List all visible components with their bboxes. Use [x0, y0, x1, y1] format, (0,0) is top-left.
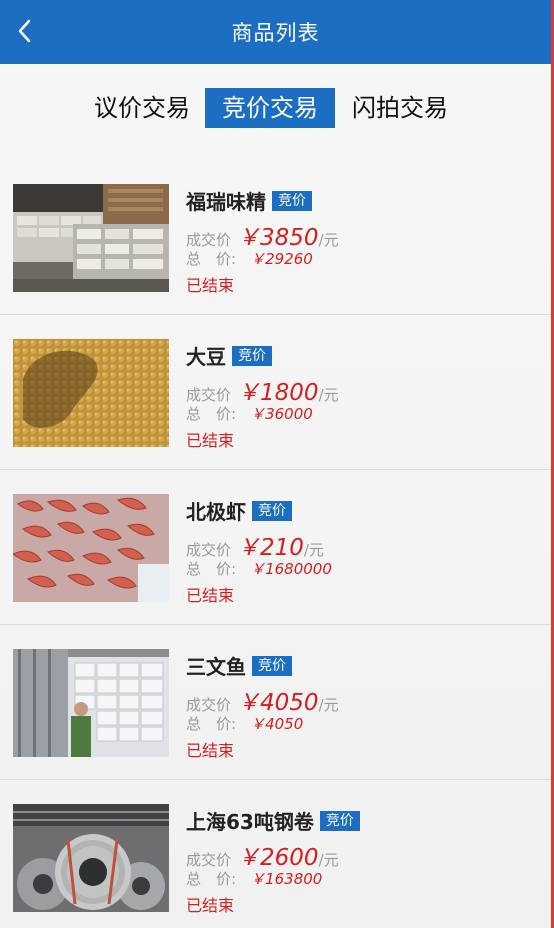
- total-price-row: 总 价: ￥4050: [186, 713, 303, 734]
- product-name: 北极虾: [186, 500, 246, 524]
- list-item[interactable]: 大豆 竞价 成交价 ￥1800/元 总 价: ￥36000 已结束: [0, 315, 551, 470]
- product-thumbnail: [13, 339, 169, 447]
- product-name: 上海63吨钢卷: [186, 810, 314, 834]
- product-name: 大豆: [186, 345, 226, 369]
- tab-flash-auction[interactable]: 闪拍交易: [350, 88, 450, 128]
- bidding-badge: 竞价: [252, 655, 292, 676]
- top-bar: 商品列表: [0, 0, 551, 64]
- status-text: 已结束: [186, 741, 235, 760]
- bidding-badge: 竞价: [272, 190, 312, 211]
- tab-bidding-trade[interactable]: 竞价交易: [205, 88, 335, 128]
- bidding-badge: 竞价: [252, 500, 292, 521]
- product-list-page: 商品列表 议价交易 竞价交易 闪拍交易 福瑞味精 竞价 成交价 ￥3850/元 …: [0, 0, 551, 928]
- product-list: 福瑞味精 竞价 成交价 ￥3850/元 总 价: ￥29260 已结束 大豆 竞…: [0, 160, 551, 928]
- product-name-row: 北极虾 竞价: [186, 496, 292, 524]
- price-unit: /元: [318, 231, 339, 249]
- deal-price-row: 成交价 ￥3850/元: [186, 218, 339, 252]
- deal-price-label: 成交价: [186, 851, 232, 869]
- product-thumbnail: [13, 184, 169, 292]
- total-price: ￥29260: [250, 250, 313, 268]
- total-price-row: 总 价: ￥1680000: [186, 558, 332, 579]
- list-item[interactable]: 三文鱼 竞价 成交价 ￥4050/元 总 价: ￥4050 已结束: [0, 625, 551, 780]
- status-text: 已结束: [186, 586, 235, 605]
- list-item[interactable]: 福瑞味精 竞价 成交价 ￥3850/元 总 价: ￥29260 已结束: [0, 160, 551, 315]
- deal-price-label: 成交价: [186, 231, 232, 249]
- total-price-label: 总 价:: [186, 405, 237, 423]
- bidding-badge: 竞价: [232, 345, 272, 366]
- product-thumbnail: [13, 649, 169, 757]
- list-item[interactable]: 上海63吨钢卷 竞价 成交价 ￥2600/元 总 价: ￥163800 已结束: [0, 780, 551, 928]
- deal-price-label: 成交价: [186, 541, 232, 559]
- product-name-row: 上海63吨钢卷 竞价: [186, 806, 360, 834]
- deal-price-label: 成交价: [186, 386, 232, 404]
- product-thumbnail: [13, 804, 169, 912]
- page-title: 商品列表: [231, 21, 320, 45]
- price-unit: /元: [318, 851, 339, 869]
- bidding-badge: 竞价: [319, 810, 360, 831]
- deal-price-row: 成交价 ￥2600/元: [186, 838, 339, 872]
- product-name-row: 大豆 竞价: [186, 341, 272, 369]
- status-text: 已结束: [186, 431, 235, 450]
- total-price-label: 总 价:: [186, 560, 237, 578]
- total-price-row: 总 价: ￥29260: [186, 248, 313, 269]
- list-item[interactable]: 北极虾 竞价 成交价 ￥210/元 总 价: ￥1680000 已结束: [0, 470, 551, 625]
- price-unit: /元: [318, 696, 339, 714]
- product-name-row: 三文鱼 竞价: [186, 651, 292, 679]
- product-thumbnail: [13, 494, 169, 602]
- trade-type-tabs: 议价交易 竞价交易 闪拍交易: [80, 88, 480, 128]
- price-unit: /元: [303, 541, 324, 559]
- deal-price-label: 成交价: [186, 696, 232, 714]
- total-price-row: 总 价: ￥163800: [186, 868, 322, 889]
- tab-negotiated-trade[interactable]: 议价交易: [92, 88, 192, 128]
- total-price: ￥4050: [250, 715, 304, 733]
- total-price: ￥1680000: [250, 560, 332, 578]
- status-text: 已结束: [186, 276, 235, 295]
- total-price: ￥36000: [250, 405, 313, 423]
- price-unit: /元: [318, 386, 339, 404]
- total-price-label: 总 价:: [186, 715, 237, 733]
- total-price: ￥163800: [250, 870, 323, 888]
- product-name: 福瑞味精: [186, 190, 266, 214]
- product-name-row: 福瑞味精 竞价: [186, 186, 312, 214]
- product-name: 三文鱼: [186, 655, 246, 679]
- total-price-row: 总 价: ￥36000: [186, 403, 313, 424]
- deal-price-row: 成交价 ￥1800/元: [186, 373, 339, 407]
- total-price-label: 总 价:: [186, 250, 237, 268]
- deal-price-row: 成交价 ￥4050/元: [186, 683, 339, 717]
- status-text: 已结束: [186, 896, 235, 915]
- deal-price-row: 成交价 ￥210/元: [186, 528, 324, 562]
- total-price-label: 总 价:: [186, 870, 237, 888]
